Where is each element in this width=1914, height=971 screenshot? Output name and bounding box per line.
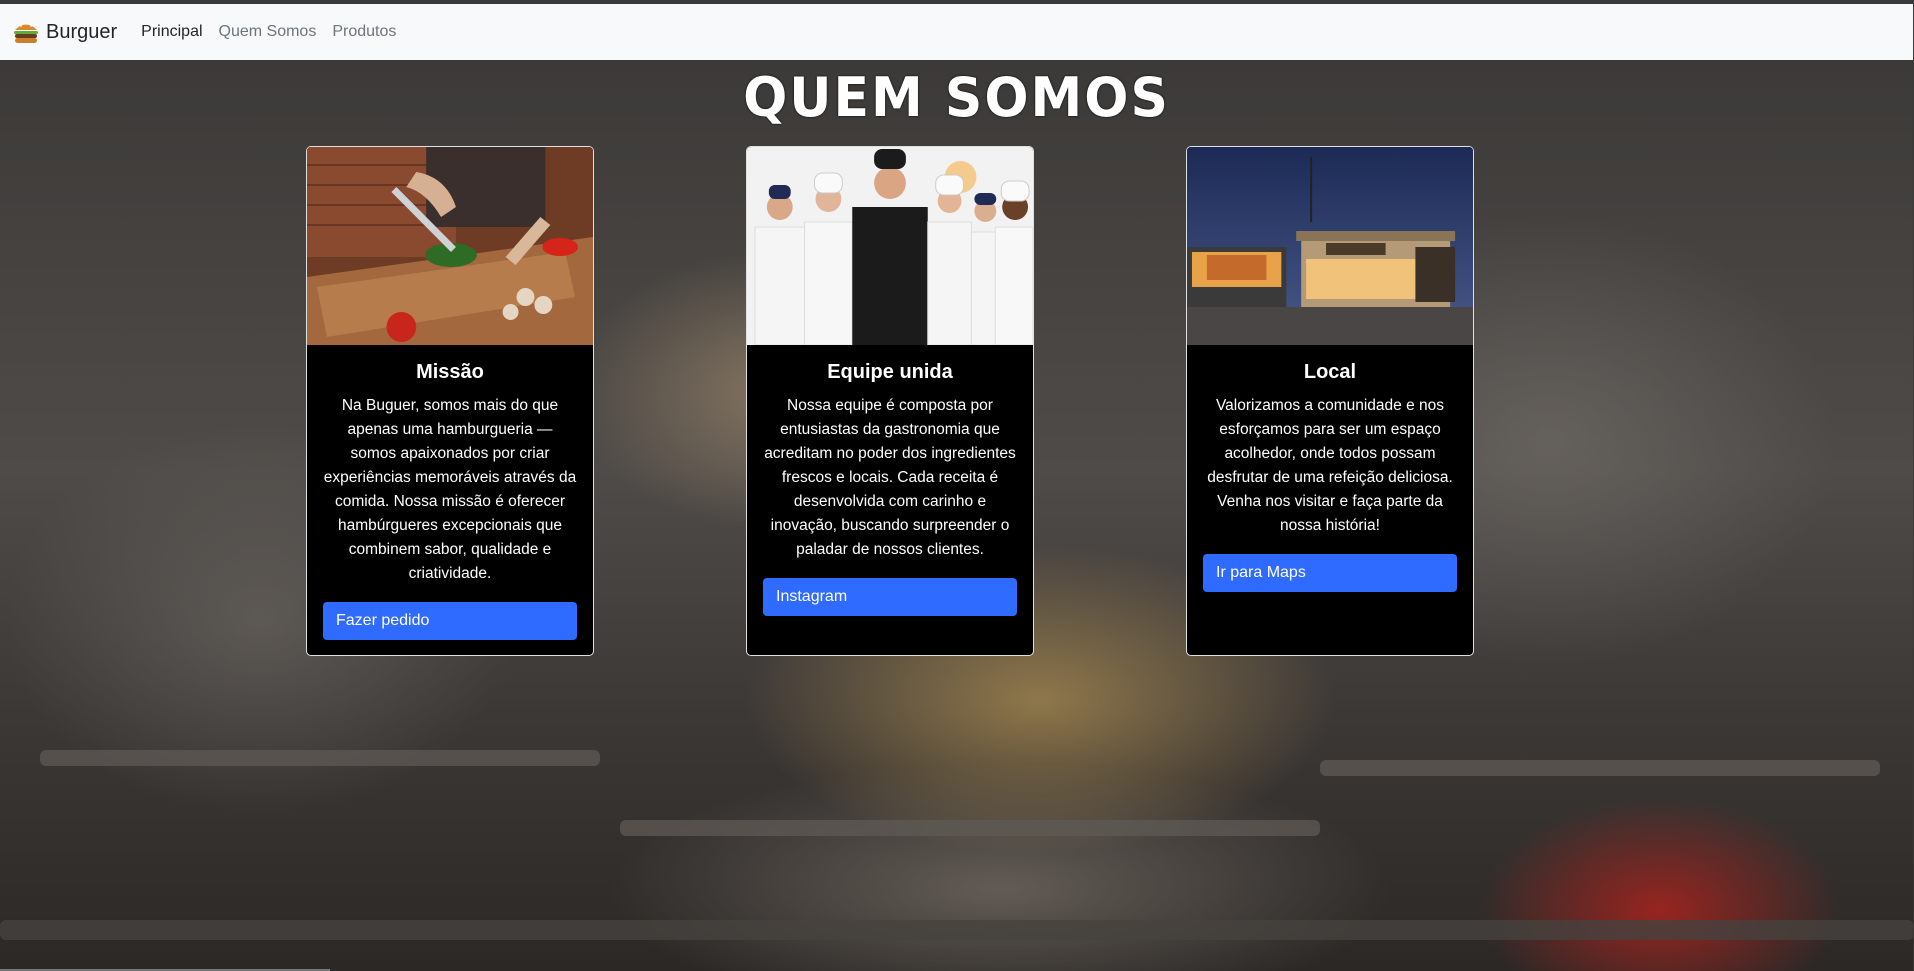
- card-title: Missão: [416, 361, 484, 383]
- card-image-restaurant-front: [1187, 147, 1473, 345]
- stove-grate: [620, 820, 1320, 836]
- card-title: Local: [1303, 361, 1357, 383]
- card-text: Na Buguer, somos mais do que apenas uma …: [323, 397, 577, 582]
- card-local: Local Valorizamos a comunidade e nos esf…: [1186, 146, 1474, 656]
- instagram-button[interactable]: Instagram: [763, 578, 1017, 616]
- card-image-chef-cutting: [307, 147, 593, 345]
- stove-grate: [1320, 760, 1880, 776]
- brand-name: Burguer: [46, 20, 118, 43]
- card-equipe-unida: Equipe unida Nossa equipe é composta por…: [746, 146, 1034, 656]
- ir-para-maps-button[interactable]: Ir para Maps: [1203, 554, 1457, 592]
- card-missao: Missão Na Buguer, somos mais do que apen…: [306, 146, 594, 656]
- nav-link-principal[interactable]: Principal: [141, 23, 202, 41]
- browser-frame: Burguer Principal Quem Somos Produtos QU…: [0, 0, 1914, 971]
- card-text: Nossa equipe é composta por entusiastas …: [764, 397, 1016, 558]
- card-title: Equipe unida: [827, 361, 953, 383]
- stove-grate: [0, 920, 1913, 940]
- stove-grate: [40, 750, 600, 766]
- burger-logo-icon: [14, 23, 38, 43]
- fazer-pedido-button[interactable]: Fazer pedido: [323, 602, 577, 640]
- nav-link-quem-somos[interactable]: Quem Somos: [219, 23, 317, 41]
- page-title: QUEM SOMOS: [743, 66, 1170, 130]
- nav-link-produtos[interactable]: Produtos: [332, 23, 396, 41]
- card-text: Valorizamos a comunidade e nos esforçamo…: [1207, 397, 1453, 534]
- card-image-chef-team: [747, 147, 1033, 345]
- navbar: Burguer Principal Quem Somos Produtos: [0, 4, 1913, 60]
- brand-link[interactable]: Burguer: [12, 19, 117, 45]
